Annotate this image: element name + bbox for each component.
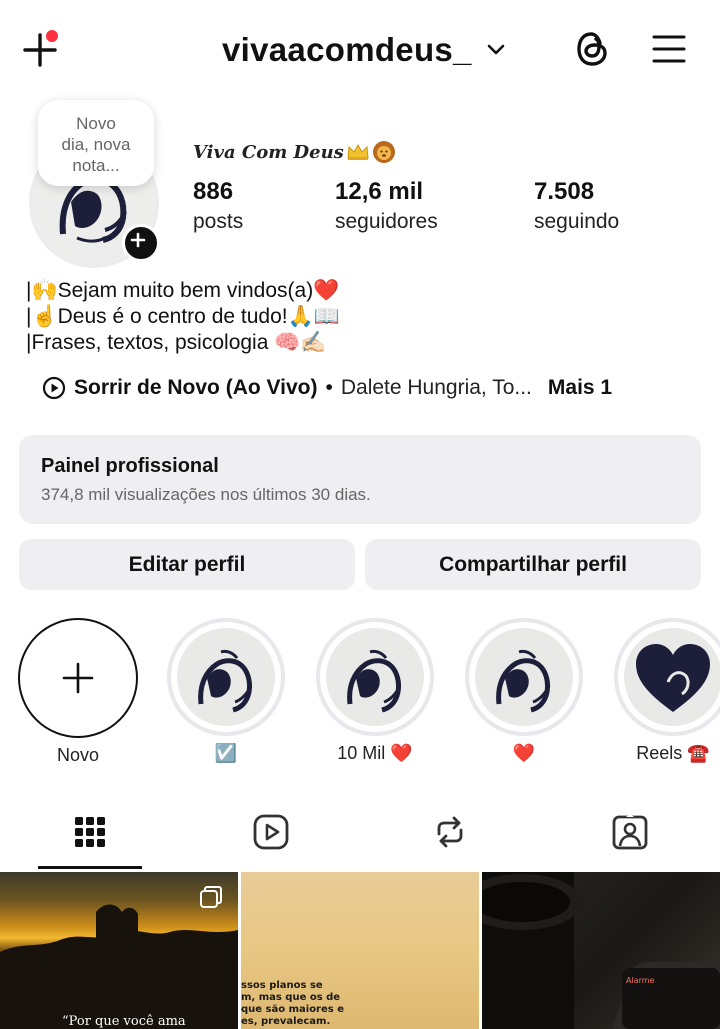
note-line: dia, nova — [61, 135, 131, 154]
highlight-ring — [316, 618, 434, 736]
music-artist: Dalete Hungria, To... — [340, 376, 532, 399]
stat-followers[interactable]: 12,6 mil seguidores — [335, 178, 438, 234]
share-profile-button[interactable]: Compartilhar perfil — [365, 539, 701, 590]
crown-icon — [347, 143, 369, 160]
post-caption: “Por que você ama — [62, 1014, 186, 1029]
dashboard-title: Painel profissional — [41, 455, 219, 477]
stat-label: posts — [193, 210, 244, 233]
highlight-item[interactable]: ☑️ — [164, 618, 288, 764]
post-caption-line: que são maiores e — [241, 1004, 344, 1015]
highlight-ring — [465, 618, 583, 736]
reposts-icon — [437, 816, 463, 848]
heart-lion-icon — [636, 644, 710, 712]
music-song: Sorrir de Novo (Ao Vivo) — [74, 376, 318, 399]
tab-grid[interactable] — [30, 796, 150, 868]
stat-posts[interactable]: 886 posts — [193, 178, 243, 234]
bio-line: |Frases, textos, psicologia 🧠✍🏻 — [26, 331, 327, 354]
stat-value: 886 — [193, 178, 234, 205]
stat-value: 7.508 — [534, 178, 595, 205]
highlight-label: Novo — [56, 745, 100, 765]
stat-value: 12,6 mil — [335, 178, 424, 205]
highlight-new[interactable]: Novo — [16, 618, 140, 766]
highlight-cover — [475, 628, 573, 726]
post-caption-line: ssos planos se — [241, 980, 323, 991]
display-name: Viva Com Deus — [193, 140, 396, 164]
highlight-cover — [624, 628, 720, 726]
music-more[interactable]: Mais 1 — [548, 376, 612, 400]
stat-label: seguidores — [335, 210, 438, 233]
post-caption-line: es, prevalecam. — [241, 1016, 331, 1027]
professional-dashboard[interactable]: Painel profissional 374,8 mil visualizaç… — [19, 435, 701, 524]
highlight-label: 10 Mil ❤️ — [337, 743, 413, 763]
highlight-item[interactable]: ❤️ — [462, 618, 586, 764]
add-story-plus-icon[interactable] — [122, 224, 160, 262]
grid-icon — [75, 817, 105, 847]
highlight-new-circle — [18, 618, 138, 738]
bio: |🙌Sejam muito bem vindos(a)❤️ |☝️Deus é … — [26, 278, 340, 356]
reels-icon — [253, 814, 289, 850]
lion-logo-icon — [496, 649, 551, 713]
notification-dot — [46, 30, 58, 42]
play-circle-icon — [42, 376, 66, 400]
profile-tab-bar — [0, 796, 720, 868]
lion-emoji-icon — [372, 141, 395, 163]
post-caption: ssos planos se m, mas que os de que são … — [241, 980, 344, 1028]
post-thumbnail[interactable]: ssos planos se m, mas que os de que são … — [241, 872, 479, 1029]
post-caption-line: m, mas que os de — [241, 992, 341, 1003]
note-line: Novo — [76, 114, 116, 133]
highlight-ring — [167, 618, 285, 736]
plus-icon — [62, 662, 94, 694]
highlight-label: ❤️ — [512, 743, 536, 763]
highlight-item[interactable]: Reels ☎️ — [611, 618, 720, 764]
bio-line: |🙌Sejam muito bem vindos(a)❤️ — [26, 279, 340, 302]
tab-reels[interactable] — [211, 796, 331, 868]
post-thumbnail[interactable]: Alarme — [482, 872, 720, 1029]
carousel-icon — [200, 886, 222, 908]
stat-following[interactable]: 7.508 seguindo — [534, 178, 619, 234]
highlight-cover — [326, 628, 424, 726]
threads-icon[interactable] — [574, 30, 610, 68]
note-line: nota... — [72, 156, 120, 175]
lion-logo-icon — [347, 649, 402, 713]
highlight-item[interactable]: 10 Mil ❤️ — [313, 618, 437, 764]
tab-reposts[interactable] — [390, 796, 510, 868]
tab-tagged[interactable] — [570, 796, 690, 868]
top-bar: vivaacomdeus_ — [0, 0, 720, 100]
hamburger-menu-icon[interactable] — [652, 34, 686, 64]
edit-profile-button[interactable]: Editar perfil — [19, 539, 355, 590]
highlight-cover — [177, 628, 275, 726]
post-thumbnail[interactable]: “Por que você ama — [0, 872, 238, 1029]
display-name-text: Viva Com Deus — [193, 141, 344, 163]
stat-label: seguindo — [534, 210, 620, 233]
tagged-icon — [612, 814, 648, 850]
coffee-cup-image — [482, 872, 720, 1029]
username-title: vivaacomdeus_ — [222, 31, 472, 68]
note-bubble[interactable]: Novo dia, nova nota... — [38, 100, 154, 186]
highlight-label: Reels ☎️ — [636, 743, 710, 763]
lion-logo-icon — [198, 649, 253, 713]
music-separator: • — [325, 376, 333, 399]
profile-music[interactable]: Sorrir de Novo (Ao Vivo) • Dalete Hungri… — [42, 376, 612, 400]
active-tab-indicator — [38, 866, 142, 869]
chevron-down-icon — [487, 44, 505, 55]
highlight-label: ☑️ — [214, 743, 238, 763]
dashboard-subtitle: 374,8 mil visualizações nos últimos 30 d… — [41, 485, 371, 504]
bio-line: |☝️Deus é o centro de tudo!🙏📖 — [26, 305, 340, 328]
highlight-ring — [614, 618, 720, 736]
account-switcher[interactable]: vivaacomdeus_ — [222, 28, 506, 72]
post-caption: Alarme — [626, 976, 655, 985]
profile-avatar-area: Novo dia, nova nota... — [26, 100, 166, 268]
